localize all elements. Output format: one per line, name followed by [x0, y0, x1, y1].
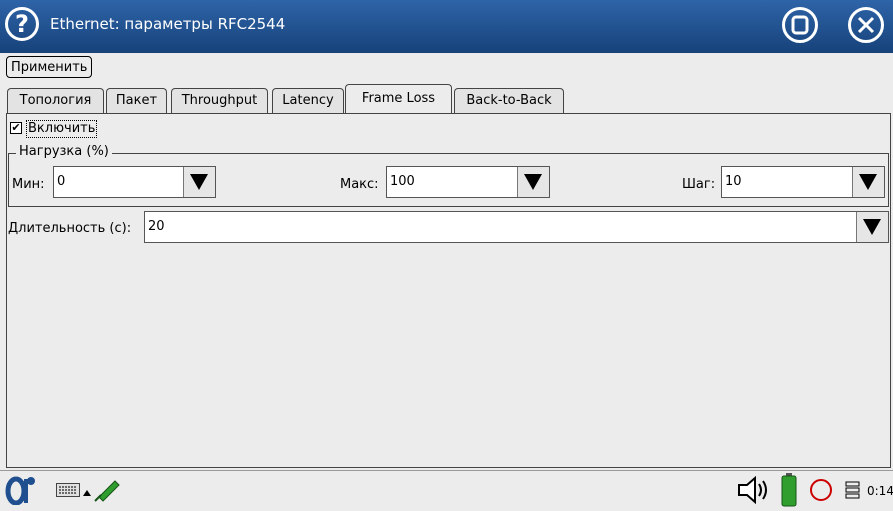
- window-icon[interactable]: [782, 7, 818, 43]
- apply-button[interactable]: Применить: [6, 56, 93, 78]
- step-value: 10: [725, 174, 742, 189]
- min-value: 0: [57, 174, 66, 189]
- max-value: 100: [390, 174, 415, 189]
- start-menu-icon[interactable]: [4, 475, 44, 509]
- dropdown-arrow-icon[interactable]: [183, 167, 215, 197]
- taskbar: 0:14: [0, 470, 893, 508]
- min-label: Мин:: [12, 177, 45, 192]
- record-icon[interactable]: [808, 477, 834, 507]
- dropdown-arrow-icon[interactable]: [856, 212, 888, 242]
- tab-back-to-back[interactable]: Back-to-Back: [454, 88, 564, 113]
- battery-icon: [780, 473, 798, 511]
- dropdown-arrow-icon[interactable]: [852, 167, 884, 197]
- keyboard-icon[interactable]: [56, 483, 80, 501]
- dropdown-arrow-icon[interactable]: [517, 167, 549, 197]
- tab-throughput[interactable]: Throughput: [171, 88, 268, 113]
- duration-select[interactable]: 20: [144, 211, 889, 243]
- window-title: Ethernet: параметры RFC2544: [50, 15, 286, 33]
- enable-label: Включить: [26, 120, 98, 138]
- enable-checkbox[interactable]: ✔: [10, 122, 22, 134]
- tab-bar: Топология Пакет Throughput Latency Frame…: [0, 84, 893, 114]
- step-label: Шаг:: [682, 177, 716, 192]
- duration-value: 20: [148, 219, 165, 234]
- min-select[interactable]: 0: [53, 166, 216, 198]
- title-bar: ? Ethernet: параметры RFC2544: [0, 0, 893, 53]
- network-icon[interactable]: [93, 477, 121, 507]
- caret-up-icon[interactable]: [83, 485, 91, 500]
- storage-icon[interactable]: [845, 481, 861, 503]
- tab-topology[interactable]: Топология: [7, 88, 104, 113]
- load-group-title: Нагрузка (%): [16, 144, 112, 159]
- step-select[interactable]: 10: [721, 166, 885, 198]
- max-label: Макс:: [340, 177, 379, 192]
- tab-latency[interactable]: Latency: [272, 88, 344, 113]
- duration-label: Длительность (с):: [8, 221, 132, 236]
- help-icon[interactable]: ?: [5, 7, 39, 41]
- tab-packet[interactable]: Пакет: [106, 88, 167, 113]
- clock: 0:14: [867, 484, 893, 498]
- tab-frame-loss[interactable]: Frame Loss: [345, 84, 452, 114]
- speaker-icon[interactable]: [737, 475, 773, 508]
- max-select[interactable]: 100: [386, 166, 550, 198]
- close-icon[interactable]: [848, 7, 884, 43]
